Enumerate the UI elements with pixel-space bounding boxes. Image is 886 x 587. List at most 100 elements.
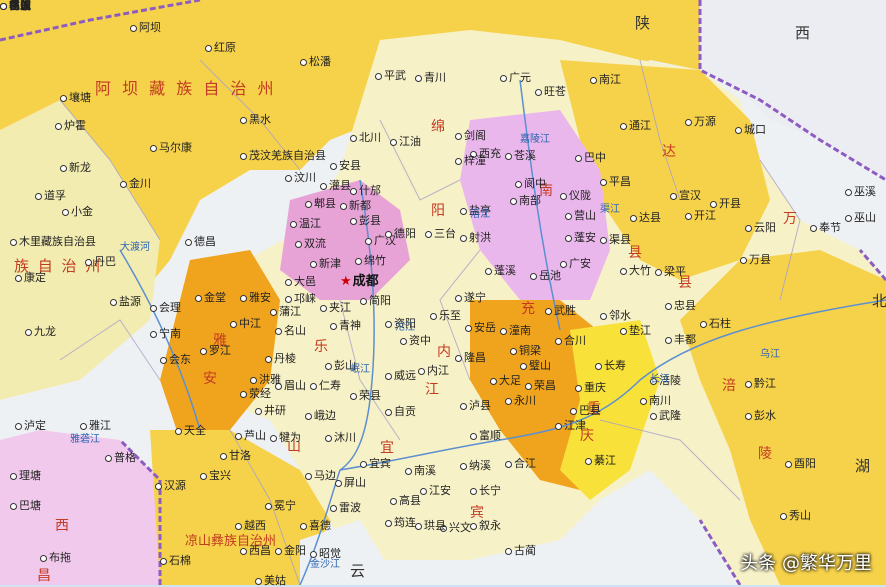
county-label[interactable]: 仪陇 bbox=[560, 190, 591, 202]
county-label[interactable]: 大邑 bbox=[285, 276, 316, 288]
county-label[interactable]: 奉节 bbox=[810, 222, 841, 234]
county-label[interactable]: 铜梁 bbox=[510, 345, 541, 357]
county-label[interactable]: 沐川 bbox=[325, 432, 356, 444]
county-label[interactable]: 城口 bbox=[735, 124, 766, 136]
county-label[interactable]: 璧山 bbox=[520, 360, 551, 372]
county-label[interactable]: 南部 bbox=[510, 195, 541, 207]
county-label[interactable]: 威远 bbox=[385, 370, 416, 382]
county-label[interactable]: 万县 bbox=[740, 254, 771, 266]
county-label[interactable]: 丹巴 bbox=[85, 256, 116, 268]
county-label[interactable]: 垫江 bbox=[620, 325, 651, 337]
county-label[interactable]: 遂宁 bbox=[455, 292, 486, 304]
county-label[interactable]: 康定 bbox=[15, 272, 46, 284]
county-label[interactable]: 丰都 bbox=[665, 334, 696, 346]
county-label[interactable]: 酉阳 bbox=[785, 458, 816, 470]
county-label[interactable]: 巫山 bbox=[845, 212, 876, 224]
county-label[interactable]: 金阳 bbox=[275, 545, 306, 557]
county-label[interactable]: 罗江 bbox=[200, 345, 231, 357]
county-label[interactable]: 丹棱 bbox=[265, 353, 296, 365]
county-label[interactable]: 红原 bbox=[205, 42, 236, 54]
county-label[interactable]: 綦江 bbox=[585, 455, 616, 467]
county-label[interactable]: 芦山 bbox=[235, 430, 266, 442]
county-label[interactable]: 纳溪 bbox=[460, 460, 491, 472]
county-label[interactable]: 阿坝 bbox=[130, 22, 161, 34]
county-label[interactable]: 新龙 bbox=[60, 162, 91, 174]
county-label[interactable]: 甘洛 bbox=[220, 450, 251, 462]
county-label[interactable]: 九龙 bbox=[25, 326, 56, 338]
county-label[interactable]: 茂汶羌族自治县 bbox=[240, 150, 326, 162]
county-label[interactable]: 炉霍 bbox=[55, 120, 86, 132]
county-label[interactable]: 会理 bbox=[150, 302, 181, 314]
county-label[interactable]: 新津 bbox=[310, 258, 341, 270]
county-label[interactable]: 长寿 bbox=[595, 360, 626, 372]
county-label[interactable]: 开江 bbox=[685, 210, 716, 222]
county-label[interactable]: 富顺 bbox=[470, 430, 501, 442]
county-label[interactable]: 冕宁 bbox=[265, 500, 296, 512]
county-label[interactable]: 高县 bbox=[390, 495, 421, 507]
county-label[interactable]: 长宁 bbox=[470, 485, 501, 497]
county-label[interactable]: 温江 bbox=[290, 218, 321, 230]
county-label[interactable]: 普格 bbox=[105, 452, 136, 464]
county-label[interactable]: 郫县 bbox=[305, 198, 336, 210]
county-label[interactable]: 屏山 bbox=[335, 477, 366, 489]
county-label[interactable]: 剑阁 bbox=[455, 130, 486, 142]
county-label[interactable]: 夹江 bbox=[320, 302, 351, 314]
county-label[interactable]: 小金 bbox=[62, 206, 93, 218]
county-label[interactable]: 马尔康 bbox=[150, 142, 192, 154]
county-label[interactable]: 资中 bbox=[400, 335, 431, 347]
county-label[interactable]: 宁南 bbox=[150, 328, 181, 340]
county-label[interactable]: 马边 bbox=[305, 470, 336, 482]
county-label[interactable]: 金川 bbox=[120, 178, 151, 190]
county-label[interactable]: 天全 bbox=[175, 425, 206, 437]
county-label[interactable]: 达县 bbox=[630, 212, 661, 224]
county-label[interactable]: 泸县 bbox=[460, 400, 491, 412]
county-label[interactable]: 通江 bbox=[620, 120, 651, 132]
county-label[interactable]: 万源 bbox=[685, 116, 716, 128]
county-label[interactable]: 中江 bbox=[230, 318, 261, 330]
county-label[interactable]: 巴塘 bbox=[10, 500, 41, 512]
county-label[interactable]: 木里藏族自治县 bbox=[10, 236, 96, 248]
county-label[interactable]: 渠县 bbox=[600, 234, 631, 246]
county-label[interactable]: 忠县 bbox=[665, 300, 696, 312]
county-label[interactable]: 大竹 bbox=[620, 265, 651, 277]
county-label[interactable]: 合川 bbox=[555, 335, 586, 347]
county-label[interactable]: 什邡 bbox=[350, 185, 381, 197]
county-label[interactable]: 灌县 bbox=[320, 180, 351, 192]
county-label[interactable]: 黑水 bbox=[240, 114, 271, 126]
county-label[interactable]: 洪雅 bbox=[250, 374, 281, 386]
county-label[interactable]: 青神 bbox=[330, 320, 361, 332]
county-label[interactable]: 喜德 bbox=[300, 520, 331, 532]
county-label[interactable]: 犍为 bbox=[270, 432, 301, 444]
county-label[interactable]: 筠连 bbox=[385, 517, 416, 529]
county-label[interactable]: 内江 bbox=[418, 365, 449, 377]
county-label[interactable]: 武胜 bbox=[545, 305, 576, 317]
county-label[interactable]: 蓬安 bbox=[565, 232, 596, 244]
county-label[interactable]: 井研 bbox=[255, 405, 286, 417]
county-label[interactable]: 布拖 bbox=[40, 552, 71, 564]
county-label[interactable]: 雅安 bbox=[240, 292, 271, 304]
county-label[interactable]: 盐源 bbox=[110, 296, 141, 308]
county-label[interactable]: 安县 bbox=[330, 160, 361, 172]
county-label[interactable]: 西昌 bbox=[240, 545, 271, 557]
county-label[interactable]: 合江 bbox=[505, 458, 536, 470]
county-label[interactable]: 江油 bbox=[390, 136, 421, 148]
county-label[interactable]: 峨边 bbox=[305, 410, 336, 422]
county-label[interactable]: 雷波 bbox=[330, 502, 361, 514]
county-label[interactable]: 青川 bbox=[415, 72, 446, 84]
county-label[interactable]: 泸定 bbox=[15, 420, 46, 432]
county-label[interactable]: 巴中 bbox=[575, 152, 606, 164]
county-label[interactable]: 德昌 bbox=[185, 236, 216, 248]
county-label[interactable]: 石柱 bbox=[700, 318, 731, 330]
county-label[interactable]: 会东 bbox=[160, 354, 191, 366]
county-label[interactable]: 云阳 bbox=[745, 222, 776, 234]
county-label[interactable]: 新都 bbox=[340, 200, 371, 212]
county-label[interactable]: 梁平 bbox=[655, 266, 686, 278]
county-label[interactable]: 古蔺 bbox=[505, 545, 536, 557]
county-label[interactable]: 邻水 bbox=[600, 310, 631, 322]
county-label[interactable]: 大足 bbox=[490, 375, 521, 387]
county-label[interactable]: 黔江 bbox=[745, 378, 776, 390]
county-label[interactable]: 乐至 bbox=[430, 310, 461, 322]
county-label[interactable]: 汉源 bbox=[155, 480, 186, 492]
county-label[interactable]: 岳池 bbox=[530, 270, 561, 282]
county-label[interactable]: 南江 bbox=[590, 74, 621, 86]
